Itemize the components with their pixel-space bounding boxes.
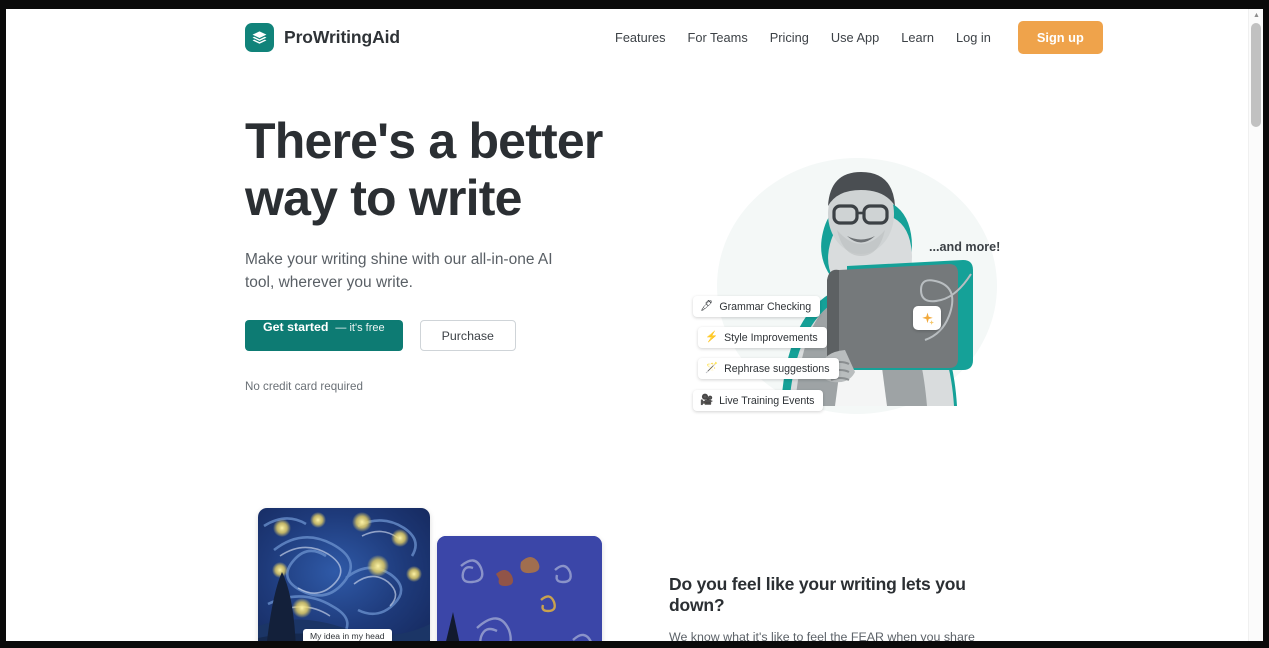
nav-link-features[interactable]: Features xyxy=(604,24,677,51)
person-with-laptop-illustration xyxy=(717,158,997,414)
feature-chip-label: Live Training Events xyxy=(719,394,815,407)
feature-chip-label: Style Improvements xyxy=(724,331,818,344)
feature-chip-grammar-checking: 🖋 Grammar Checking xyxy=(693,296,821,317)
starry-night-painting-card: My idea in my head xyxy=(258,508,430,641)
hero-illustration: ...and more! 🖋 Grammar Checking ⚡ Style … xyxy=(661,106,1021,436)
hero-copy: There's a better way to write Make your … xyxy=(245,113,645,393)
hero-subtitle: Make your writing shine with our all-in-… xyxy=(245,251,553,291)
brand-name: ProWritingAid xyxy=(284,27,401,47)
hero-title: There's a better way to write xyxy=(245,113,645,227)
nav-link-use-app[interactable]: Use App xyxy=(820,24,890,51)
hero-section: There's a better way to write Make your … xyxy=(6,66,1248,486)
site-header: ProWritingAid Features For Teams Pricing… xyxy=(6,9,1248,66)
no-credit-card-note: No credit card required xyxy=(245,380,363,393)
painting-caption: My idea in my head xyxy=(303,629,392,641)
hero-actions: Get started — it's free Purchase xyxy=(245,320,645,351)
vertical-scrollbar[interactable]: ▲ xyxy=(1248,9,1263,641)
caret-up-icon[interactable]: ▲ xyxy=(1249,9,1263,23)
section-two-copy: Do you feel like your writing lets you d… xyxy=(669,574,1024,641)
nav-link-for-teams[interactable]: For Teams xyxy=(677,24,759,51)
page-surface: ProWritingAid Features For Teams Pricing… xyxy=(6,9,1263,641)
get-started-free-note: — it's free xyxy=(335,322,385,334)
nav-link-learn[interactable]: Learn xyxy=(890,24,945,51)
main-navigation: Features For Teams Pricing Use App Learn… xyxy=(604,21,1103,54)
feature-chip-rephrase-suggestions: 🪄 Rephrase suggestions xyxy=(698,358,839,379)
section-two-body: We know what it's like to feel the FEAR … xyxy=(669,630,975,641)
video-camera-icon: 🎥 xyxy=(700,394,714,407)
feather-pen-icon: 🖋 xyxy=(700,300,714,313)
lightning-bolt-icon: ⚡ xyxy=(705,331,719,344)
and-more-label: ...and more! xyxy=(929,240,1001,254)
brand-logo-link[interactable]: ProWritingAid xyxy=(245,23,400,52)
feature-chip-style-improvements: ⚡ Style Improvements xyxy=(698,327,827,348)
nav-link-log-in[interactable]: Log in xyxy=(945,24,1002,51)
feature-chip-label: Rephrase suggestions xyxy=(724,362,830,375)
sign-up-button[interactable]: Sign up xyxy=(1017,21,1103,54)
hero-title-line-2: way to write xyxy=(245,170,522,226)
magic-wand-icon: 🪄 xyxy=(705,362,719,375)
doodle-card xyxy=(437,536,602,641)
scrollbar-thumb[interactable] xyxy=(1251,23,1261,127)
browser-window-frame: ProWritingAid Features For Teams Pricing… xyxy=(0,0,1269,648)
feature-chip-live-training-events: 🎥 Live Training Events xyxy=(693,390,824,411)
stacked-pages-logo-icon xyxy=(245,23,274,52)
section-two-title: Do you feel like your writing lets you d… xyxy=(669,574,966,615)
hero-title-line-1: There's a better xyxy=(245,113,603,169)
purchase-button[interactable]: Purchase xyxy=(419,320,516,351)
feature-chip-label: Grammar Checking xyxy=(719,300,812,313)
get-started-button[interactable]: Get started — it's free xyxy=(245,320,403,351)
writing-lets-you-down-section: My idea in my head Do you feel like your… xyxy=(6,486,1248,641)
nav-link-pricing[interactable]: Pricing xyxy=(759,24,820,51)
sparkles-icon xyxy=(913,306,941,330)
idea-comparison-cards: My idea in my head xyxy=(251,508,602,641)
get-started-label: Get started xyxy=(263,320,329,334)
